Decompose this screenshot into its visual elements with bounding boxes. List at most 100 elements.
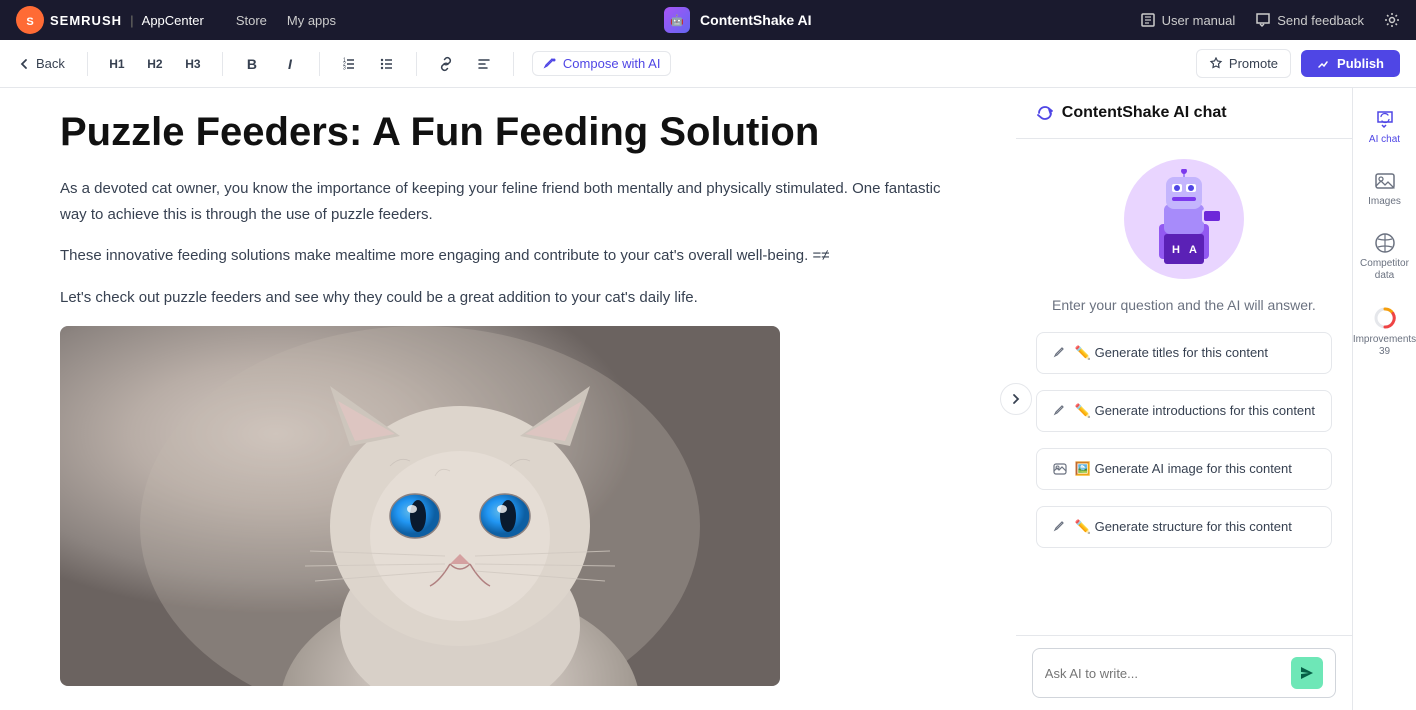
generate-titles-label: ✏️ Generate titles for this content [1075,345,1268,361]
semrush-logo-icon: S [16,6,44,34]
toolbar-sep-5 [513,52,514,76]
h1-button[interactable]: H1 [102,49,132,79]
publish-icon [1317,57,1331,71]
send-feedback-text: Send feedback [1277,13,1364,28]
nav-center: 🤖 ContentShake AI [352,7,1124,33]
chat-send-button[interactable] [1291,657,1323,689]
my-apps-link[interactable]: My apps [287,13,336,28]
send-icon [1299,665,1315,681]
nav-divider: | [130,13,134,28]
pencil-icon-2 [1053,404,1067,418]
app-logo-svg: 🤖 [669,12,685,28]
side-icon-competitor-data[interactable]: Competitor data [1357,224,1413,290]
store-link[interactable]: Store [236,13,267,28]
collapse-arrow-icon [1010,393,1022,405]
image-icon [1053,462,1067,476]
editor-area[interactable]: Puzzle Feeders: A Fun Feeding Solution A… [0,88,1016,710]
compose-icon [543,57,557,71]
svg-text:3: 3 [343,65,346,71]
publish-button[interactable]: Publish [1301,50,1400,77]
collapse-panel-button[interactable] [1000,383,1032,415]
toolbar-sep-3 [319,52,320,76]
user-manual-text: User manual [1162,13,1236,28]
right-panel-container: ContentShake AI chat H A [1016,88,1416,710]
editor-para-3[interactable]: Let's check out puzzle feeders and see w… [60,285,956,311]
gear-icon [1384,12,1400,28]
ordered-list-icon: 1 2 3 [341,56,357,72]
ai-chat-icon [1374,108,1396,130]
article-image [60,326,780,686]
feedback-icon [1255,12,1271,28]
promote-button[interactable]: Promote [1196,49,1291,78]
format-button[interactable] [469,49,499,79]
side-icon-images[interactable]: Images [1357,162,1413,216]
send-feedback-btn[interactable]: Send feedback [1255,12,1364,28]
promote-label: Promote [1229,56,1278,71]
chat-input[interactable] [1045,666,1283,681]
generate-introductions-label: ✏️ Generate introductions for this conte… [1075,403,1315,419]
generate-structure-label: ✏️ Generate structure for this content [1075,519,1292,535]
semrush-logo[interactable]: S SEMRUSH | AppCenter [16,6,204,34]
robot-svg: H A [1134,169,1234,269]
ai-chat-label: AI chat [1369,134,1400,146]
toolbar-sep-2 [222,52,223,76]
link-button[interactable] [431,49,461,79]
h2-button[interactable]: H2 [140,49,170,79]
generate-structure-button[interactable]: ✏️ Generate structure for this content [1036,506,1332,548]
h3-button[interactable]: H3 [178,49,208,79]
link-icon [438,56,454,72]
book-icon [1140,12,1156,28]
back-arrow-icon [16,56,32,72]
toolbar-right: Promote Publish [1196,49,1400,78]
refresh-icon [1036,104,1054,122]
toolbar: Back H1 H2 H3 B I 1 2 3 [0,40,1416,88]
side-icon-improvements[interactable]: Improvements 39 [1357,298,1413,366]
list-unordered-button[interactable] [372,49,402,79]
chat-content: H A [1016,139,1352,635]
improvements-icon [1373,306,1397,330]
svg-text:S: S [26,16,33,28]
promote-icon [1209,57,1223,71]
ai-description: Enter your question and the AI will answ… [1052,295,1316,316]
chat-header-text: ContentShake AI chat [1062,104,1227,122]
pencil-icon-1 [1053,346,1067,360]
italic-button[interactable]: I [275,49,305,79]
side-icon-ai-chat[interactable]: AI chat [1357,100,1413,154]
nav-right: User manual Send feedback [1140,12,1400,28]
app-icon: 🤖 [664,7,690,33]
chat-panel: ContentShake AI chat H A [1016,88,1352,710]
toolbar-sep-1 [87,52,88,76]
competitor-icon [1374,232,1396,254]
unordered-list-icon [379,56,395,72]
user-manual-btn[interactable]: User manual [1140,12,1236,28]
semrush-text: SEMRUSH [50,13,122,28]
app-name: ContentShake AI [700,12,812,28]
back-text: Back [36,56,65,71]
nav-links: Store My apps [236,13,336,28]
toolbar-sep-4 [416,52,417,76]
publish-label: Publish [1337,56,1384,71]
compose-label: Compose with AI [563,56,661,71]
side-icons-panel: AI chat Images Competitor data [1352,88,1416,710]
svg-text:A: A [1189,244,1197,256]
svg-text:🤖: 🤖 [670,14,684,27]
images-label: Images [1368,196,1401,208]
chat-input-wrapper [1032,648,1336,698]
format-icon [476,56,492,72]
robot-illustration: H A [1124,159,1244,279]
list-ordered-button[interactable]: 1 2 3 [334,49,364,79]
back-button[interactable]: Back [16,56,65,72]
generate-introductions-button[interactable]: ✏️ Generate introductions for this conte… [1036,390,1332,432]
bold-button[interactable]: B [237,49,267,79]
top-nav: S SEMRUSH | AppCenter Store My apps 🤖 Co… [0,0,1416,40]
editor-para-1[interactable]: As a devoted cat owner, you know the imp… [60,176,956,227]
compose-with-ai-button[interactable]: Compose with AI [532,51,672,76]
generate-titles-button[interactable]: ✏️ Generate titles for this content [1036,332,1332,374]
article-title[interactable]: Puzzle Feeders: A Fun Feeding Solution [60,108,956,156]
generate-ai-image-button[interactable]: 🖼️ Generate AI image for this content [1036,448,1332,490]
generate-ai-image-label: 🖼️ Generate AI image for this content [1075,461,1292,477]
cat-image-svg [60,326,780,686]
improvements-label: Improvements 39 [1353,334,1416,358]
settings-btn[interactable] [1384,12,1400,28]
editor-para-2[interactable]: These innovative feeding solutions make … [60,243,956,269]
